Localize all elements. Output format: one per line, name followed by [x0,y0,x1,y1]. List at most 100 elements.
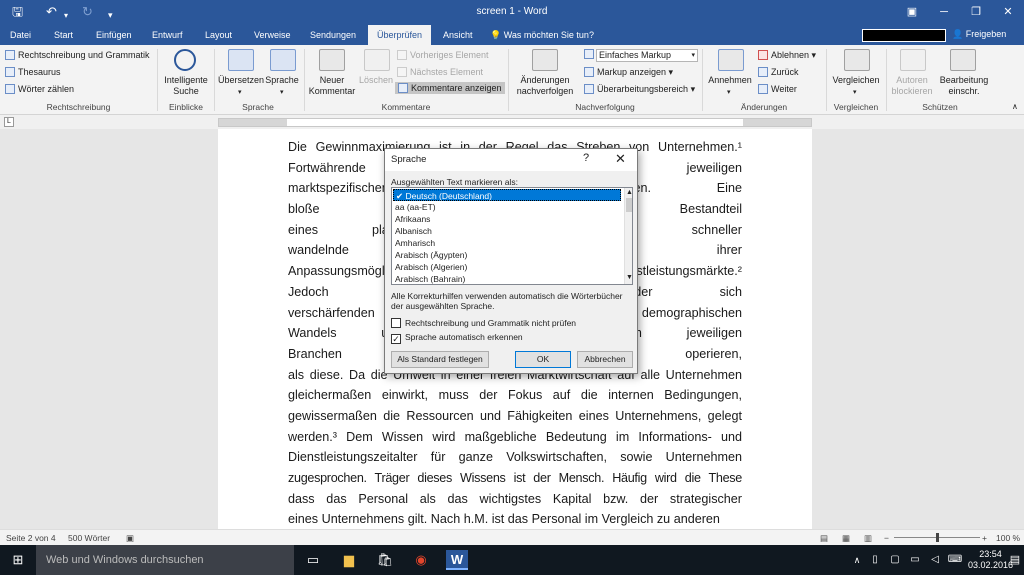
restrict-editing-button[interactable]: Bearbeitung einschr. [936,75,992,97]
lightbulb-icon: 💡 [490,30,502,40]
show-markup-button[interactable]: Markup anzeigen ▾ [584,67,673,78]
store-icon[interactable]: 🛍 [374,550,396,570]
compare-dropdown-icon[interactable]: ▾ [853,87,857,98]
maximize-button[interactable]: ❐ [960,0,992,25]
scroll-up-icon[interactable]: ▲ [626,189,632,196]
ribbon-display-icon[interactable]: ▣ [896,0,928,25]
track-changes-button[interactable]: Änderungen nachverfolgen [510,75,580,97]
previous-change-icon [758,67,768,77]
show-comments-button[interactable]: Kommentare anzeigen [395,82,505,94]
close-dialog-button[interactable]: ✕ [615,151,626,167]
tab-start[interactable]: Start [48,25,79,45]
new-comment-button[interactable]: Neuer Kommentar [306,75,358,97]
tell-me-search[interactable]: 💡 Was möchten Sie tun? [490,25,594,45]
word-count-button[interactable]: Wörter zählen [5,84,74,95]
zoom-level[interactable]: 100 % [996,533,1020,543]
spelling-grammar-button[interactable]: Rechtschreibung und Grammatik [5,50,150,61]
list-item[interactable]: ✔ Deutsch (Deutschland) [393,189,621,201]
accept-dropdown-icon[interactable]: ▾ [727,87,731,98]
tab-ueberpruefen[interactable]: Überprüfen [368,25,432,45]
block-authors-button[interactable]: Autoren blockieren [888,75,936,97]
list-item[interactable]: Arabisch (Ägypten) [393,249,621,261]
previous-change-button[interactable]: Zurück [758,67,799,78]
word-count-indicator[interactable]: 500 Wörter [68,533,110,543]
taskbar-search-box[interactable]: Web und Windows durchsuchen [36,545,294,575]
scroll-down-icon[interactable]: ▼ [626,274,632,281]
tab-layout[interactable]: Layout [199,25,238,45]
zoom-slider-thumb[interactable] [936,533,939,542]
no-proofing-checkbox[interactable]: Rechtschreibung und Grammatik nicht prüf… [391,318,576,329]
cancel-button[interactable]: Abbrechen [577,351,633,368]
accept-button[interactable]: Annehmen [704,75,756,86]
network-icon[interactable]: ▯ [864,550,886,570]
list-item[interactable]: Afrikaans [393,213,621,225]
windows-start-icon[interactable]: ⊞ [7,550,29,570]
tab-verweise[interactable]: Verweise [248,25,297,45]
previous-comment-button[interactable]: Vorheriges Element [397,50,489,61]
account-name-redacted [862,29,946,42]
listbox-scrollbar[interactable]: ▲ ▼ [624,188,632,284]
action-center-icon[interactable]: ▤ [1004,550,1024,570]
compare-button[interactable]: Vergleichen [828,75,884,86]
battery-icon[interactable]: ▭ [904,550,926,570]
markup-select[interactable]: Einfaches Markup ▾ [596,49,698,62]
web-layout-icon[interactable]: ▥ [864,533,872,544]
smart-lookup-button[interactable]: Intelligente Suche [160,75,212,97]
text-line: gewissermaßen die Ressourcen und Fähigke… [288,408,742,423]
delete-comment-button[interactable]: Löschen [356,75,396,86]
horizontal-ruler[interactable] [218,118,812,127]
tab-sendungen[interactable]: Sendungen [304,25,362,45]
reject-icon [758,50,768,60]
print-layout-icon[interactable]: ▦ [842,533,850,544]
list-item[interactable]: Arabisch (Algerien) [393,261,621,273]
list-item[interactable]: aa (aa-ET) [393,201,621,213]
notification-icon[interactable]: ▢ [884,550,906,570]
read-mode-icon[interactable]: ▤ [820,533,828,544]
scroll-thumb[interactable] [626,198,632,212]
language-listbox[interactable]: ✔ Deutsch (Deutschland) aa (aa-ET) Afrik… [391,187,633,285]
language-button[interactable]: Sprache [264,75,300,86]
help-button[interactable]: ? [583,152,589,164]
zoom-out-icon[interactable]: − [884,533,889,543]
list-item[interactable]: Albanisch [393,225,621,237]
markup-select-value: Einfaches Markup [599,50,672,60]
keyboard-icon[interactable]: ⌨ [944,550,966,570]
collapse-ribbon-icon[interactable]: ∧ [1012,101,1018,112]
chrome-icon[interactable]: ◉ [410,550,432,570]
list-item[interactable]: Arabisch (Bahrain) [393,273,621,284]
next-change-button[interactable]: Weiter [758,84,797,95]
minimize-button[interactable]: ─ [928,0,960,25]
reviewing-pane-button[interactable]: Überarbeitungsbereich ▾ [584,84,695,95]
translate-dropdown-icon[interactable]: ▾ [238,87,242,98]
language-dropdown-icon[interactable]: ▾ [280,87,284,98]
tab-datei[interactable]: Datei [4,25,37,45]
close-window-button[interactable]: ✕ [992,0,1024,25]
word-taskbar-icon[interactable]: W [446,550,468,570]
tab-selector-icon[interactable]: L [4,117,14,127]
zoom-in-icon[interactable]: + [982,533,987,543]
tab-ansicht[interactable]: Ansicht [437,25,479,45]
volume-icon[interactable]: ◁ [924,550,946,570]
dialog-titlebar: Sprache ? ✕ [385,149,637,171]
proofing-status-icon[interactable]: ▣ [126,533,134,544]
set-default-button[interactable]: Als Standard festlegen [391,351,489,368]
tab-entwurf[interactable]: Entwurf [146,25,189,45]
tab-einfuegen[interactable]: Einfügen [90,25,138,45]
reject-button[interactable]: Ablehnen ▾ [758,50,816,61]
file-explorer-icon[interactable]: ▆ [338,550,360,570]
accept-icon [718,49,744,71]
list-item[interactable]: Amharisch [393,237,621,249]
ok-button[interactable]: OK [515,351,571,368]
next-comment-button[interactable]: Nächstes Element [397,67,483,78]
task-view-icon[interactable]: ▭ [302,550,324,570]
next-label: Nächstes Element [410,67,484,77]
page-indicator[interactable]: Seite 2 von 4 [6,533,56,543]
thesaurus-button[interactable]: Thesaurus [5,67,61,78]
detect-language-checkbox[interactable]: ✓ Sprache automatisch erkennen [391,332,523,344]
list-item-label: Deutsch (Deutschland) [405,191,492,201]
dialog-title: Sprache [391,154,427,165]
translate-button[interactable]: Übersetzen [218,75,264,86]
share-button[interactable]: 👤 Freigeben [952,29,1006,40]
show-markup-label: Markup anzeigen [597,67,667,77]
reject-label: Ablehnen [771,50,810,60]
